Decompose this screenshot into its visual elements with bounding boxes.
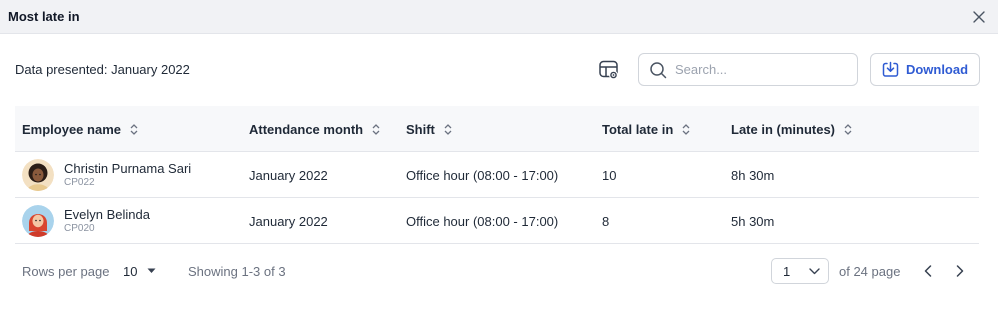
column-label: Late in (minutes) (731, 121, 836, 137)
column-label: Shift (406, 121, 435, 137)
caret-down-icon (147, 268, 156, 273)
search-icon (650, 61, 667, 78)
modal-header: Most late in (0, 0, 998, 34)
column-header-late-in-minutes[interactable]: Late in (minutes) (731, 106, 852, 152)
table-footer: Rows per page 10 Showing 1-3 of 3 1 of 2… (22, 256, 978, 286)
sort-icon (130, 123, 138, 135)
rows-per-page-value: 10 (123, 263, 138, 279)
table-header: Employee name Attendance month Shift Tot… (15, 106, 979, 152)
search-input[interactable] (675, 62, 845, 77)
column-header-attendance-month[interactable]: Attendance month (249, 106, 380, 152)
late-in-minutes-cell: 5h 30m (731, 213, 775, 229)
search-field[interactable] (638, 53, 858, 86)
close-button[interactable] (970, 8, 988, 26)
page-select[interactable]: 1 (771, 258, 829, 284)
employee-cell: Christin Purnama Sari CP022 (22, 152, 191, 198)
previous-page-button[interactable] (919, 262, 937, 280)
column-label: Employee name (22, 121, 121, 137)
column-header-total-late-in[interactable]: Total late in (602, 106, 690, 152)
attendance-month-cell: January 2022 (249, 213, 328, 229)
sort-icon (682, 123, 690, 135)
modal-title: Most late in (8, 9, 80, 24)
column-header-shift[interactable]: Shift (406, 106, 452, 152)
column-header-employee-name[interactable]: Employee name (22, 106, 138, 152)
late-in-table: Employee name Attendance month Shift Tot… (15, 106, 979, 244)
sort-icon (844, 123, 852, 135)
column-label: Total late in (602, 121, 674, 137)
rows-per-page-label: Rows per page (22, 263, 110, 279)
table-settings-icon (599, 60, 618, 80)
total-pages-label: of 24 page (839, 263, 901, 279)
employee-id: CP020 (64, 223, 95, 234)
download-label: Download (905, 62, 969, 77)
avatar (22, 205, 54, 237)
page-value: 1 (783, 263, 791, 279)
showing-count: Showing 1-3 of 3 (188, 263, 286, 279)
late-in-minutes-cell: 8h 30m (731, 167, 775, 183)
total-late-in-cell: 10 (602, 167, 617, 183)
sort-icon (444, 123, 452, 135)
total-late-in-cell: 8 (602, 213, 610, 229)
rows-per-page-select[interactable]: 10 (123, 256, 156, 286)
avatar (22, 159, 54, 191)
download-icon (882, 61, 899, 77)
employee-id: CP022 (64, 177, 95, 188)
shift-cell: Office hour (08:00 - 17:00) (406, 213, 559, 229)
chevron-right-icon (956, 265, 964, 277)
shift-cell: Office hour (08:00 - 17:00) (406, 167, 559, 183)
employee-name: Christin Purnama Sari (64, 161, 192, 176)
sort-icon (372, 123, 380, 135)
close-icon (973, 11, 985, 23)
column-label: Attendance month (249, 121, 364, 137)
employee-name: Evelyn Belinda (64, 207, 150, 222)
data-presented-label: Data presented: January 2022 (15, 62, 190, 77)
chevron-left-icon (924, 265, 932, 277)
table-row[interactable]: Christin Purnama Sari CP022 January 2022… (15, 152, 979, 198)
next-page-button[interactable] (951, 262, 969, 280)
table-row[interactable]: Evelyn Belinda CP020 January 2022 Office… (15, 198, 979, 244)
employee-cell: Evelyn Belinda CP020 (22, 198, 150, 244)
attendance-month-cell: January 2022 (249, 167, 328, 183)
table-settings-button[interactable] (596, 57, 622, 83)
download-button[interactable]: Download (870, 53, 980, 86)
chevron-down-icon (809, 267, 820, 274)
